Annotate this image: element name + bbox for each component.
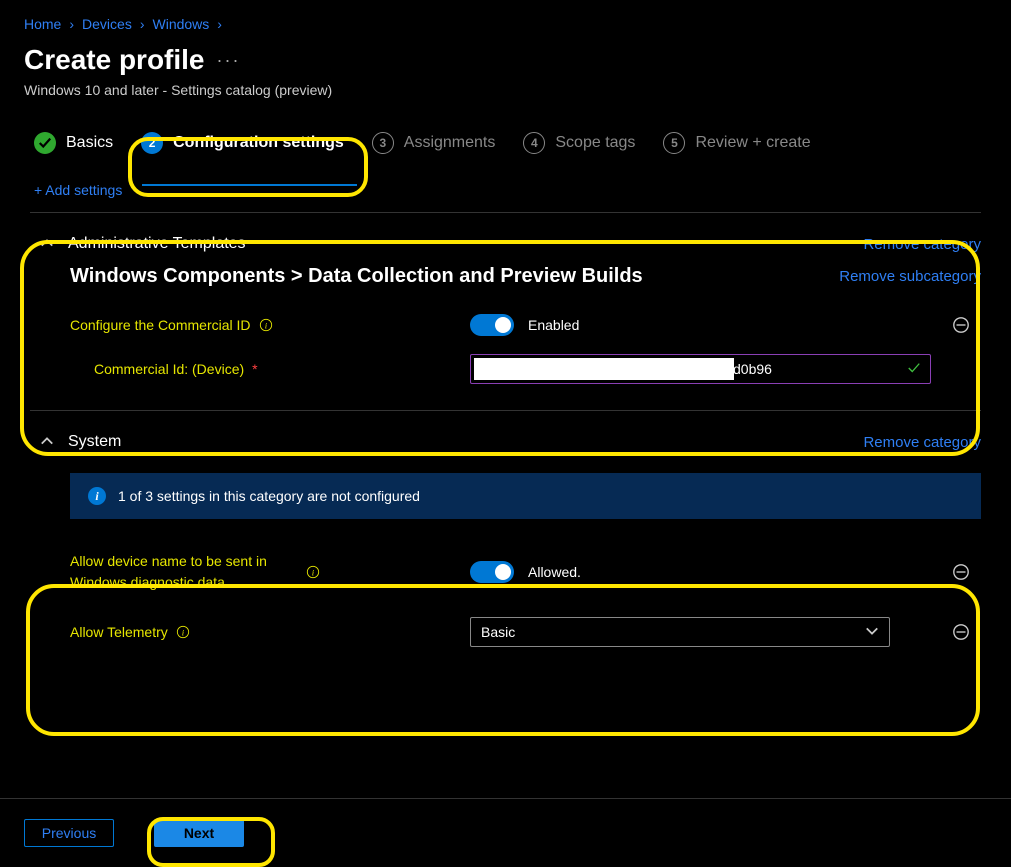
step-label: Scope tags <box>555 134 635 152</box>
step-label: Review + create <box>695 134 810 152</box>
previous-button[interactable]: Previous <box>24 819 114 847</box>
chevron-up-icon[interactable] <box>40 236 54 253</box>
remove-setting-icon[interactable] <box>941 623 981 641</box>
more-icon[interactable]: ··· <box>217 51 241 69</box>
step-label: Basics <box>66 134 113 152</box>
commercial-id-input[interactable]: d0b96 <box>470 354 931 384</box>
toggle-state-text: Enabled <box>528 317 579 333</box>
chevron-right-icon: › <box>69 16 74 32</box>
breadcrumb-home[interactable]: Home <box>24 16 61 32</box>
step-number-icon: 4 <box>523 132 545 154</box>
remove-setting-icon[interactable] <box>941 563 981 581</box>
category-title-system: System <box>68 433 121 451</box>
toggle-knob <box>495 564 511 580</box>
add-settings-link[interactable]: + Add settings <box>30 178 122 212</box>
setting-label-telemetry: Allow Telemetry <box>70 622 168 643</box>
next-button[interactable]: Next <box>154 819 244 847</box>
svg-text:i: i <box>264 321 267 331</box>
info-banner: i 1 of 3 settings in this category are n… <box>70 473 981 519</box>
breadcrumb: Home › Devices › Windows › <box>0 0 1011 40</box>
info-banner-text: 1 of 3 settings in this category are not… <box>118 488 420 504</box>
step-label: Assignments <box>404 134 496 152</box>
setting-label-commercial-id-device: Commercial Id: (Device) <box>94 359 244 380</box>
setting-label-device-name: Allow device name to be sent in Windows … <box>70 551 298 593</box>
toggle-commercial-id[interactable] <box>470 314 514 336</box>
step-basics[interactable]: Basics <box>34 132 113 154</box>
check-icon <box>34 132 56 154</box>
toggle-state-text: Allowed. <box>528 564 581 580</box>
info-icon[interactable]: i <box>176 625 190 639</box>
valid-check-icon <box>906 361 922 378</box>
page-subtitle: Windows 10 and later - Settings catalog … <box>0 80 1011 114</box>
step-number-icon: 5 <box>663 132 685 154</box>
info-icon[interactable]: i <box>306 565 320 579</box>
toggle-knob <box>495 317 511 333</box>
category-title-admin: Administrative Templates <box>68 235 246 253</box>
setting-label-commercial-id: Configure the Commercial ID <box>70 315 251 336</box>
step-number-icon: 2 <box>141 132 163 154</box>
step-review-create[interactable]: 5 Review + create <box>663 132 810 154</box>
select-value: Basic <box>481 624 515 640</box>
input-visible-suffix: d0b96 <box>733 361 772 377</box>
breadcrumb-windows[interactable]: Windows <box>153 16 210 32</box>
remove-category-link[interactable]: Remove category <box>863 236 981 253</box>
subcategory-title: Windows Components > Data Collection and… <box>70 265 643 288</box>
toggle-device-name[interactable] <box>470 561 514 583</box>
divider <box>30 410 981 411</box>
chevron-down-icon <box>865 624 879 641</box>
info-icon: i <box>88 487 106 505</box>
telemetry-select[interactable]: Basic <box>470 617 890 647</box>
remove-category-link[interactable]: Remove category <box>863 434 981 451</box>
page-title: Create profile <box>24 44 205 76</box>
wizard-steps: Basics 2 Configuration settings 3 Assign… <box>0 114 1011 168</box>
remove-setting-icon[interactable] <box>941 316 981 334</box>
remove-subcategory-link[interactable]: Remove subcategory <box>839 268 981 285</box>
wizard-footer: Previous Next <box>0 798 1011 867</box>
redacted-mask <box>474 358 734 380</box>
required-indicator: * <box>252 359 257 380</box>
active-tab-underline <box>142 184 357 186</box>
step-configuration-settings[interactable]: 2 Configuration settings <box>141 132 344 154</box>
info-icon[interactable]: i <box>259 318 273 332</box>
svg-text:i: i <box>182 628 185 638</box>
svg-text:i: i <box>312 568 315 578</box>
step-scope-tags[interactable]: 4 Scope tags <box>523 132 635 154</box>
divider <box>30 212 981 213</box>
chevron-right-icon: › <box>140 16 145 32</box>
breadcrumb-devices[interactable]: Devices <box>82 16 132 32</box>
step-assignments[interactable]: 3 Assignments <box>372 132 496 154</box>
chevron-right-icon: › <box>217 16 222 32</box>
step-label: Configuration settings <box>173 134 344 152</box>
step-number-icon: 3 <box>372 132 394 154</box>
chevron-up-icon[interactable] <box>40 434 54 451</box>
